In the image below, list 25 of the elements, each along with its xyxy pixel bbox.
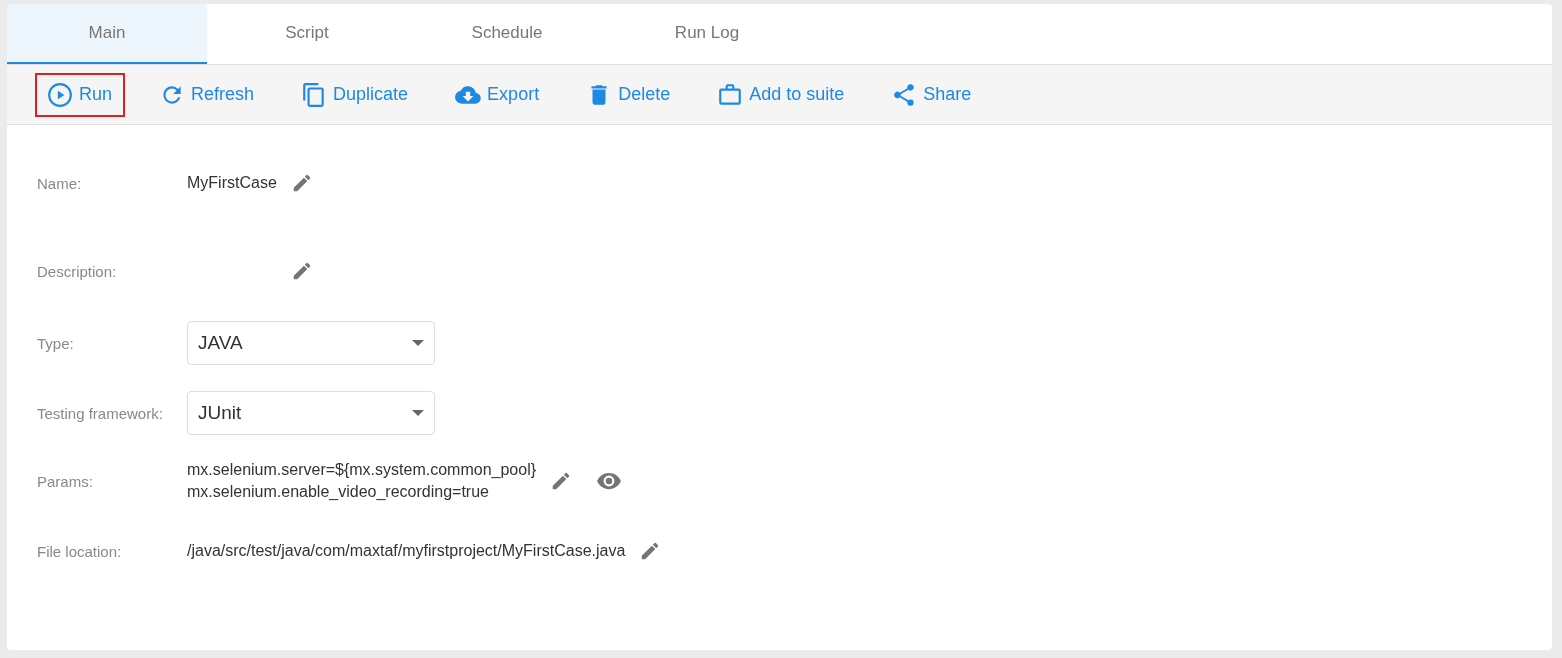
caret-icon — [412, 410, 424, 416]
dropdown[interactable]: JAVA — [187, 321, 435, 365]
toolbar-button[interactable]: Share — [879, 72, 985, 117]
field-label: Type: — [37, 334, 75, 352]
caret-icon — [412, 340, 424, 346]
toolbar-button[interactable]: Add to suite — [705, 72, 858, 117]
param-line: mx.selenium.enable_video_recording=true — [187, 483, 490, 501]
toolbar-button[interactable]: Duplicate — [289, 72, 422, 117]
tab[interactable]: Main — [7, 4, 207, 64]
field-value: MyFirstCase — [187, 174, 277, 192]
field-label: Testing framework: — [37, 404, 164, 422]
toolbar-button[interactable]: Delete — [574, 72, 684, 117]
field-label: Name: — [37, 174, 83, 192]
toolbar-button[interactable]: Refresh — [147, 72, 268, 117]
field-value: /java/src/test/java/com/maxtaf/myfirstproject/MyFirstCase.java — [187, 542, 626, 560]
param-line: mx.selenium.server=${mx.system.common_pool} — [187, 461, 537, 479]
dropdown[interactable]: JUnit — [187, 391, 435, 435]
toolbar-button[interactable]: Run — [35, 72, 126, 117]
field-label: Params: — [37, 472, 94, 490]
toolbar-button[interactable]: Export — [443, 72, 553, 117]
pencil-icon[interactable] — [291, 260, 313, 282]
field-label: File location: — [37, 542, 123, 560]
briefcase-icon — [717, 81, 744, 108]
play-icon — [47, 81, 73, 108]
field-label: Description: — [37, 262, 118, 280]
